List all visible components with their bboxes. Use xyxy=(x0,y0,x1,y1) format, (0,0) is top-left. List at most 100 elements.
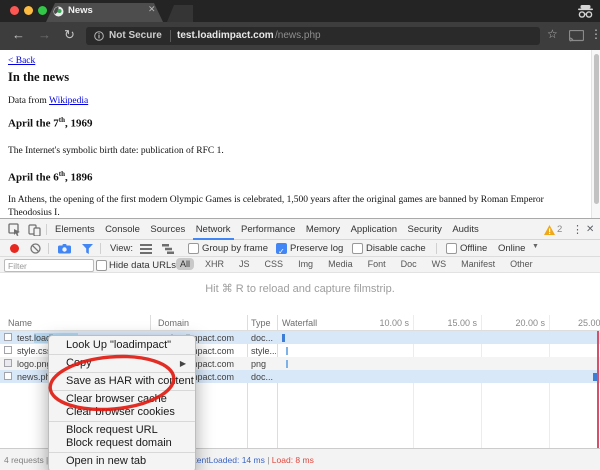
menu-item-clear-browser-cookies[interactable]: Clear browser cookies xyxy=(49,406,195,419)
forward-icon[interactable]: → xyxy=(38,27,51,42)
disable-cache-label: Disable cache xyxy=(366,243,426,254)
menu-separator xyxy=(49,421,195,422)
cast-icon[interactable] xyxy=(569,30,584,42)
warning-icon[interactable] xyxy=(544,225,555,235)
group-by-frame-checkbox[interactable] xyxy=(188,243,199,254)
new-tab-button[interactable] xyxy=(167,5,193,22)
filter-doc[interactable]: Doc xyxy=(397,258,421,270)
column-header-domain[interactable]: Domain xyxy=(158,318,189,328)
device-toolbar-icon[interactable] xyxy=(28,223,41,236)
document-icon xyxy=(4,333,12,341)
menu-item-block-request-domain[interactable]: Block request domain xyxy=(49,437,195,450)
url-separator xyxy=(170,30,171,42)
tab-audits[interactable]: Audits xyxy=(449,220,481,238)
menu-item-block-request-url[interactable]: Block request URL xyxy=(49,424,195,437)
minimize-traffic-light[interactable] xyxy=(24,6,33,15)
large-rows-icon[interactable] xyxy=(140,244,152,254)
security-label: Not Secure xyxy=(109,30,162,41)
warning-count[interactable]: 2 xyxy=(557,224,562,235)
column-header-waterfall[interactable]: Waterfall xyxy=(282,318,317,328)
document-icon xyxy=(4,372,12,380)
image-icon xyxy=(4,359,12,367)
filter-manifest[interactable]: Manifest xyxy=(457,258,499,270)
wikipedia-link[interactable]: Wikipedia xyxy=(49,96,88,106)
stylesheet-icon xyxy=(4,346,12,354)
filter-type-pills: All XHR JS CSS Img Media Font Doc WS Man… xyxy=(176,258,537,270)
tab-console[interactable]: Console xyxy=(102,220,143,238)
filter-js[interactable]: JS xyxy=(235,258,254,270)
filter-ws[interactable]: WS xyxy=(428,258,451,270)
close-traffic-light[interactable] xyxy=(10,6,19,15)
waterfall-view-icon[interactable] xyxy=(162,244,174,254)
reload-icon[interactable]: ↻ xyxy=(64,27,75,43)
toolbar-separator xyxy=(48,243,49,254)
menu-separator xyxy=(49,354,195,355)
preserve-log-checkbox[interactable] xyxy=(276,243,287,254)
info-icon[interactable] xyxy=(94,31,104,41)
filter-input[interactable] xyxy=(4,259,94,272)
filter-img[interactable]: Img xyxy=(294,258,317,270)
throttling-select[interactable]: Online xyxy=(498,243,525,254)
zoom-traffic-light[interactable] xyxy=(38,6,47,15)
tab-elements[interactable]: Elements xyxy=(52,220,98,238)
filter-other[interactable]: Other xyxy=(506,258,537,270)
hide-data-urls-checkbox[interactable] xyxy=(96,260,107,271)
site-favicon xyxy=(53,6,64,17)
menu-item-open-in-new-tab[interactable]: Open in new tab xyxy=(49,455,195,468)
filter-css[interactable]: CSS xyxy=(261,258,288,270)
request-name: logo.png xyxy=(17,359,52,369)
offline-checkbox[interactable] xyxy=(446,243,457,254)
request-type: png xyxy=(251,359,276,369)
devtools-menu-icon[interactable]: ⋮ xyxy=(572,223,583,236)
tab-application[interactable]: Application xyxy=(348,220,400,238)
waterfall-bar xyxy=(286,347,288,355)
page-scrollbar[interactable] xyxy=(591,50,600,218)
url-field[interactable]: Not Secure test.loadimpact.com /news.php xyxy=(86,27,540,45)
menu-item-save-as-har[interactable]: Save as HAR with content xyxy=(49,375,195,388)
hide-data-urls-label: Hide data URLs xyxy=(109,260,176,271)
record-button[interactable] xyxy=(10,244,19,253)
time-tick: 20.00 s xyxy=(485,318,545,328)
menu-item-copy[interactable]: Copy▶ xyxy=(49,357,195,370)
time-tick: 25.00 s xyxy=(578,318,600,328)
tab-security[interactable]: Security xyxy=(405,220,445,238)
filter-font[interactable]: Font xyxy=(364,258,390,270)
menu-item-look-up[interactable]: Look Up "loadimpact" xyxy=(49,339,195,352)
column-header-type[interactable]: Type xyxy=(251,318,271,328)
tab-performance[interactable]: Performance xyxy=(238,220,298,238)
tab-memory[interactable]: Memory xyxy=(303,220,343,238)
devtools-close-icon[interactable]: ✕ xyxy=(586,224,594,235)
time-tick: 10.00 s xyxy=(349,318,409,328)
filter-all[interactable]: All xyxy=(176,258,194,270)
browser-menu-icon[interactable]: ⋮ xyxy=(590,27,600,41)
disable-cache-checkbox[interactable] xyxy=(352,243,363,254)
waterfall-bar xyxy=(286,360,288,368)
reload-hint: Hit ⌘ R to reload and capture filmstrip. xyxy=(0,282,600,295)
back-link[interactable]: < Back xyxy=(8,56,35,66)
filter-xhr[interactable]: XHR xyxy=(201,258,228,270)
browser-window: News ✕ ← → ↻ Not Secure test.loadimpact.… xyxy=(0,0,600,470)
clear-icon[interactable] xyxy=(30,243,41,254)
devtools-tabs: Elements Console Sources Network Perform… xyxy=(52,219,482,240)
request-count: 4 requests | xyxy=(4,455,48,465)
bookmark-star-icon[interactable]: ☆ xyxy=(547,27,558,41)
column-header-name[interactable]: Name xyxy=(8,318,32,328)
submenu-arrow-icon: ▶ xyxy=(180,357,186,370)
request-type: style... xyxy=(251,346,276,356)
address-bar: ← → ↻ Not Secure test.loadimpact.com /ne… xyxy=(0,22,600,50)
titlebar: News ✕ xyxy=(0,0,600,22)
load-event-line xyxy=(597,331,599,448)
context-menu: Look Up "loadimpact" Copy▶ Save as HAR w… xyxy=(48,335,196,470)
capture-screenshots-icon[interactable] xyxy=(58,244,71,254)
tab-network[interactable]: Network xyxy=(193,220,234,240)
filter-funnel-icon[interactable] xyxy=(82,244,93,254)
back-icon[interactable]: ← xyxy=(12,27,25,42)
tab-sources[interactable]: Sources xyxy=(147,220,188,238)
tab-title: News xyxy=(68,5,93,16)
group-by-frame-label: Group by frame xyxy=(202,243,268,254)
tab-close-icon[interactable]: ✕ xyxy=(148,4,156,15)
menu-item-clear-browser-cache[interactable]: Clear browser cache xyxy=(49,393,195,406)
filter-media[interactable]: Media xyxy=(324,258,357,270)
inspect-element-icon[interactable] xyxy=(8,223,21,236)
scrollbar-thumb[interactable] xyxy=(594,54,599,204)
